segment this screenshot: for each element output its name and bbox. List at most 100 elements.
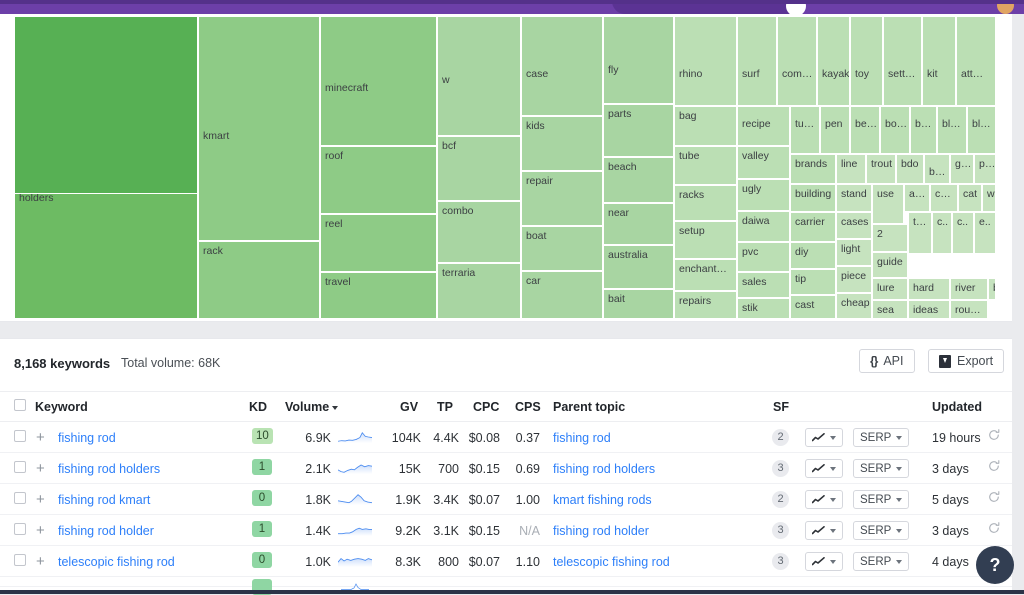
serp-dropdown-inner[interactable]: SERP: [853, 521, 909, 540]
trend-dropdown-inner[interactable]: [805, 552, 843, 571]
treemap-tile[interactable]: minecraft: [320, 16, 437, 146]
add-keyword-button[interactable]: +: [36, 553, 45, 570]
treemap-tile[interactable]: racks: [674, 185, 737, 221]
keyword-treemap[interactable]: holderskmartrackminecraftroofreeltravelw…: [14, 14, 996, 319]
treemap-tile[interactable]: carrier: [790, 212, 836, 242]
table-row[interactable]: +fishing rod holders12.1K15K700$0.150.69…: [0, 453, 1012, 484]
treemap-tile[interactable]: fly: [603, 16, 674, 104]
treemap-tile[interactable]: hard: [908, 278, 950, 300]
refresh-icon[interactable]: [988, 522, 1000, 537]
treemap-tile[interactable]: bl…: [937, 106, 967, 154]
column-header-keyword[interactable]: Keyword: [35, 400, 88, 414]
treemap-tile[interactable]: att…: [956, 16, 996, 106]
treemap-tile[interactable]: recipe: [737, 106, 790, 146]
treemap-tile[interactable]: cast: [790, 295, 836, 319]
treemap-tile[interactable]: enchant…: [674, 259, 737, 291]
serp-dropdown-button[interactable]: SERP: [853, 490, 909, 509]
column-header-cps[interactable]: CPS: [515, 400, 541, 414]
treemap-tile[interactable]: b: [988, 278, 996, 300]
treemap-tile[interactable]: piece: [836, 266, 872, 293]
serp-dropdown-inner[interactable]: SERP: [853, 490, 909, 509]
treemap-tile[interactable]: tube: [674, 146, 737, 185]
row-checkbox[interactable]: [14, 523, 26, 538]
treemap-tile[interactable]: brands: [790, 154, 836, 184]
header-avatar-icon[interactable]: [786, 0, 806, 14]
treemap-tile[interactable]: travel: [320, 272, 437, 319]
add-keyword-button[interactable]: +: [36, 429, 45, 446]
treemap-tile[interactable]: kids: [521, 116, 603, 171]
treemap-tile[interactable]: bdo: [896, 154, 924, 184]
help-button[interactable]: ?: [976, 546, 1014, 584]
treemap-tile[interactable]: ugly: [737, 179, 790, 211]
treemap-tile[interactable]: river: [950, 278, 988, 300]
treemap-tile[interactable]: trout: [866, 154, 896, 184]
treemap-tile[interactable]: e..: [974, 212, 996, 254]
row-checkbox[interactable]: [14, 430, 26, 445]
trend-dropdown-inner[interactable]: [805, 521, 843, 540]
treemap-tile[interactable]: w: [437, 16, 521, 136]
treemap-tile[interactable]: case: [521, 16, 603, 116]
treemap-tile[interactable]: stand: [836, 184, 872, 212]
treemap-tile[interactable]: toy: [850, 16, 883, 106]
treemap-tile[interactable]: sales: [737, 272, 790, 298]
treemap-tile[interactable]: g…: [950, 154, 974, 184]
export-button[interactable]: Export: [928, 349, 1004, 373]
table-row-partial[interactable]: 0: [0, 577, 1012, 587]
treemap-tile[interactable]: line: [836, 154, 866, 184]
treemap-tile[interactable]: rhino: [674, 16, 737, 106]
column-header-kd[interactable]: KD: [249, 400, 267, 414]
treemap-tile[interactable]: [14, 16, 198, 194]
treemap-tile[interactable]: rou…: [950, 300, 988, 319]
refresh-icon[interactable]: [988, 429, 1000, 444]
parent-topic-link[interactable]: telescopic fishing rod: [553, 555, 670, 569]
serp-dropdown-inner[interactable]: SERP: [853, 552, 909, 571]
trend-dropdown-inner[interactable]: [805, 490, 843, 509]
treemap-tile[interactable]: bait: [603, 289, 674, 319]
column-header-sf[interactable]: SF: [773, 400, 789, 414]
treemap-tile[interactable]: lure: [872, 278, 908, 300]
treemap-tile[interactable]: rack: [198, 241, 320, 319]
treemap-tile[interactable]: reel: [320, 214, 437, 272]
trend-dropdown-button[interactable]: [805, 490, 843, 509]
keyword-link[interactable]: fishing rod holder: [58, 524, 154, 538]
trend-dropdown-inner[interactable]: [805, 459, 843, 478]
treemap-tile[interactable]: boat: [521, 226, 603, 271]
treemap-tile[interactable]: 2: [872, 224, 908, 252]
treemap-tile[interactable]: surf: [737, 16, 777, 106]
treemap-tile[interactable]: building: [790, 184, 836, 212]
treemap-tile[interactable]: kit: [922, 16, 956, 106]
treemap-tile[interactable]: w..: [982, 184, 996, 212]
treemap-tile[interactable]: use: [872, 184, 904, 224]
refresh-icon[interactable]: [988, 491, 1000, 506]
treemap-tile[interactable]: daiwa: [737, 211, 790, 242]
column-header-parent-topic[interactable]: Parent topic: [553, 400, 625, 414]
trend-dropdown-inner[interactable]: [805, 428, 843, 447]
parent-topic-link[interactable]: fishing rod: [553, 431, 611, 445]
treemap-tile[interactable]: b…: [924, 154, 950, 184]
treemap-tile[interactable]: diy: [790, 242, 836, 269]
add-keyword-button[interactable]: +: [36, 460, 45, 477]
row-checkbox[interactable]: [14, 492, 26, 507]
treemap-tile[interactable]: ideas: [908, 300, 950, 319]
row-checkbox[interactable]: [14, 461, 26, 476]
column-header-updated[interactable]: Updated: [932, 400, 982, 414]
header-search-pill[interactable]: [612, 0, 802, 14]
api-button[interactable]: {} API: [859, 349, 915, 373]
header-user-avatar-icon[interactable]: [997, 0, 1014, 14]
parent-topic-link[interactable]: fishing rod holders: [553, 462, 655, 476]
treemap-tile[interactable]: sett…: [883, 16, 922, 106]
treemap-tile[interactable]: light: [836, 239, 872, 266]
serp-dropdown-button[interactable]: SERP: [853, 428, 909, 447]
treemap-tile[interactable]: valley: [737, 146, 790, 179]
keyword-link[interactable]: fishing rod kmart: [58, 493, 150, 507]
keyword-link[interactable]: telescopic fishing rod: [58, 555, 175, 569]
treemap-tile[interactable]: repairs: [674, 291, 737, 319]
treemap-tile[interactable]: near: [603, 203, 674, 245]
serp-dropdown-inner[interactable]: SERP: [853, 428, 909, 447]
treemap-tile[interactable]: setup: [674, 221, 737, 259]
trend-dropdown-button[interactable]: [805, 552, 843, 571]
serp-dropdown-inner[interactable]: SERP: [853, 459, 909, 478]
treemap-tile[interactable]: pvc: [737, 242, 790, 272]
treemap-tile[interactable]: tu…: [790, 106, 820, 154]
treemap-tile[interactable]: roof: [320, 146, 437, 214]
